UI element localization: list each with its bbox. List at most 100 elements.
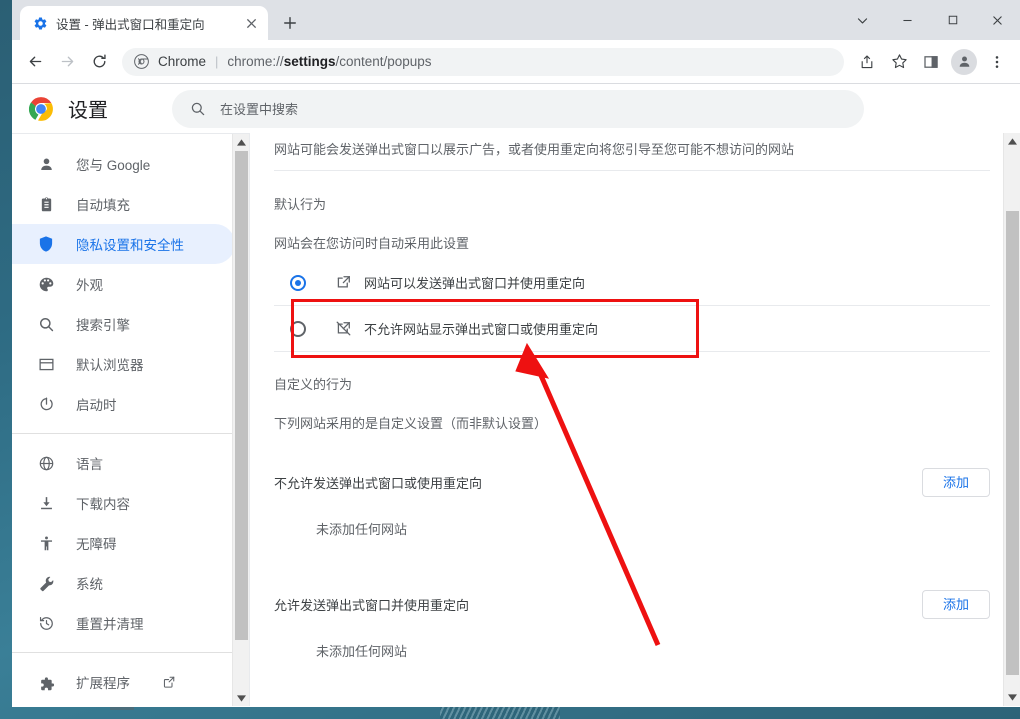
- tab-title: 设置 - 弹出式窗口和重定向: [56, 17, 205, 32]
- scroll-down-icon[interactable]: [233, 690, 250, 706]
- radio-button[interactable]: [290, 274, 306, 291]
- chevron-down-icon[interactable]: [840, 0, 885, 40]
- settings-search-box[interactable]: 在设置中搜索: [172, 89, 864, 128]
- history-restore-icon: [36, 613, 56, 633]
- add-button[interactable]: 添加: [921, 468, 990, 497]
- share-icon[interactable]: [852, 47, 882, 77]
- toolbar-actions: [852, 47, 1012, 77]
- sidebar-item-autofill[interactable]: 自动填充: [12, 184, 235, 224]
- sidebar-divider: [12, 433, 249, 434]
- sidebar-item-appearance[interactable]: 外观: [12, 264, 235, 304]
- settings-content: 网站可能会发送弹出式窗口以展示广告，或者使用重定向将您引导至您可能不想访问的网站…: [249, 133, 1020, 706]
- close-icon[interactable]: [242, 14, 260, 32]
- sidebar-item-label: 无障碍: [76, 537, 117, 552]
- sidebar-item-privacy-and-security[interactable]: 隐私设置和安全性: [12, 224, 235, 264]
- sidebar-item-extensions[interactable]: 扩展程序: [12, 662, 235, 702]
- new-tab-button[interactable]: [276, 9, 304, 37]
- default-behavior-title: 默认行为: [274, 197, 327, 212]
- chrome-logo-icon: [28, 96, 54, 122]
- popups-settings-section: 网站可能会发送弹出式窗口以展示广告，或者使用重定向将您引导至您可能不想访问的网站…: [250, 133, 1020, 660]
- sidebar-item-languages[interactable]: 语言: [12, 443, 235, 483]
- scroll-up-icon[interactable]: [233, 134, 249, 151]
- settings-header: 设置 在设置中搜索: [12, 84, 1020, 133]
- empty-sites-note: 未添加任何网站: [316, 644, 408, 659]
- person-icon: [36, 154, 56, 174]
- scroll-down-icon[interactable]: [1004, 689, 1020, 706]
- settings-body: 您与 Google 自动填充 隐私设置和安全性 外观 搜索引擎 默认浏览器 启动…: [12, 133, 1020, 706]
- sidebar-item-label: 隐私设置和安全性: [76, 238, 184, 253]
- address-bar[interactable]: Chrome | chrome://settings/content/popup…: [122, 47, 844, 76]
- page-title: 设置: [68, 100, 108, 122]
- sidebar-item-label: 系统: [76, 577, 103, 592]
- sidebar-item-label: 启动时: [76, 398, 117, 413]
- back-icon[interactable]: [20, 47, 50, 77]
- gear-icon: [32, 15, 48, 31]
- settings-sidebar: 您与 Google 自动填充 隐私设置和安全性 外观 搜索引擎 默认浏览器 启动…: [12, 133, 249, 706]
- sidebar-item-label: 扩展程序: [76, 676, 130, 691]
- content-scrollbar[interactable]: [1003, 133, 1020, 706]
- sidebar-item-accessibility[interactable]: 无障碍: [12, 523, 235, 563]
- empty-sites-note: 未添加任何网站: [316, 522, 408, 537]
- sidebar-item-label: 自动填充: [76, 198, 130, 213]
- sidebar-item-search-engine[interactable]: 搜索引擎: [12, 304, 235, 344]
- browser-window-icon: [36, 354, 56, 374]
- forward-icon[interactable]: [52, 47, 82, 77]
- popups-description: 网站可能会发送弹出式窗口以展示广告，或者使用重定向将您引导至您可能不想访问的网站: [274, 133, 990, 171]
- browser-toolbar: Chrome | chrome://settings/content/popup…: [12, 40, 1020, 84]
- settings-page: 设置 在设置中搜索 您与 Google 自动填充 隐私设置和安全性 外观 搜索引…: [12, 84, 1020, 706]
- more-menu-icon[interactable]: [982, 47, 1012, 77]
- tab-strip: 设置 - 弹出式窗口和重定向: [12, 0, 1020, 40]
- reload-icon[interactable]: [84, 47, 114, 77]
- minimize-icon[interactable]: [885, 0, 930, 40]
- sidebar-scrollbar-thumb[interactable]: [235, 151, 248, 640]
- scroll-up-icon[interactable]: [1004, 133, 1020, 150]
- puzzle-icon: [36, 672, 56, 692]
- sidebar-item-downloads[interactable]: 下载内容: [12, 483, 235, 523]
- search-input[interactable]: 在设置中搜索: [220, 99, 298, 118]
- sidebar-item-label: 您与 Google: [76, 158, 151, 173]
- open-in-new-off-icon: [334, 320, 352, 338]
- shield-icon: [36, 234, 56, 254]
- radio-option-allow-popups[interactable]: 网站可以发送弹出式窗口并使用重定向: [274, 260, 990, 306]
- add-button[interactable]: 添加: [921, 590, 990, 619]
- permission-group-label: 不允许发送弹出式窗口或使用重定向: [274, 476, 483, 491]
- side-panel-icon[interactable]: [916, 47, 946, 77]
- sidebar-item-reset-and-cleanup[interactable]: 重置并清理: [12, 603, 235, 643]
- bookmark-star-icon[interactable]: [884, 47, 914, 77]
- permission-group-label: 允许发送弹出式窗口并使用重定向: [274, 598, 470, 613]
- custom-behavior-description: 下列网站采用的是自定义设置（而非默认设置）: [274, 416, 548, 431]
- close-window-icon[interactable]: [975, 0, 1020, 40]
- omnibox-scheme-label: Chrome: [158, 54, 207, 69]
- radio-option-label: 不允许网站显示弹出式窗口或使用重定向: [364, 322, 599, 337]
- window-controls: [840, 0, 1020, 40]
- sidebar-item-on-startup[interactable]: 启动时: [12, 384, 235, 424]
- radio-button[interactable]: [290, 320, 306, 337]
- power-icon: [36, 394, 56, 414]
- wrench-icon: [36, 573, 56, 593]
- external-link-icon: [162, 675, 176, 689]
- url-path: /content/popups: [335, 54, 432, 69]
- globe-icon: [36, 453, 56, 473]
- content-scrollbar-thumb[interactable]: [1006, 211, 1019, 675]
- search-icon: [190, 101, 206, 117]
- permission-group-block: 不允许发送弹出式窗口或使用重定向 添加: [274, 468, 990, 497]
- radio-option-block-popups[interactable]: 不允许网站显示弹出式窗口或使用重定向: [274, 306, 990, 352]
- radio-option-label: 网站可以发送弹出式窗口并使用重定向: [364, 276, 586, 291]
- profile-avatar[interactable]: [951, 48, 977, 75]
- sidebar-scrollbar[interactable]: [232, 134, 249, 706]
- sidebar-item-default-browser[interactable]: 默认浏览器: [12, 344, 235, 384]
- sidebar-item-system[interactable]: 系统: [12, 563, 235, 603]
- palette-icon: [36, 274, 56, 294]
- sidebar-item-you-and-google[interactable]: 您与 Google: [12, 144, 235, 184]
- download-icon: [36, 493, 56, 513]
- permission-group-allow: 允许发送弹出式窗口并使用重定向 添加: [274, 590, 990, 619]
- sidebar-item-label: 默认浏览器: [76, 358, 144, 373]
- browser-window: 设置 - 弹出式窗口和重定向 Chrome | chrome://setting…: [12, 0, 1020, 707]
- maximize-icon[interactable]: [930, 0, 975, 40]
- chrome-logo-icon: [134, 54, 149, 69]
- sidebar-divider-2: [12, 652, 249, 653]
- browser-tab[interactable]: 设置 - 弹出式窗口和重定向: [20, 6, 268, 40]
- sidebar-item-label: 搜索引擎: [76, 318, 130, 333]
- clipboard-icon: [36, 194, 56, 214]
- sidebar-item-label: 外观: [76, 278, 103, 293]
